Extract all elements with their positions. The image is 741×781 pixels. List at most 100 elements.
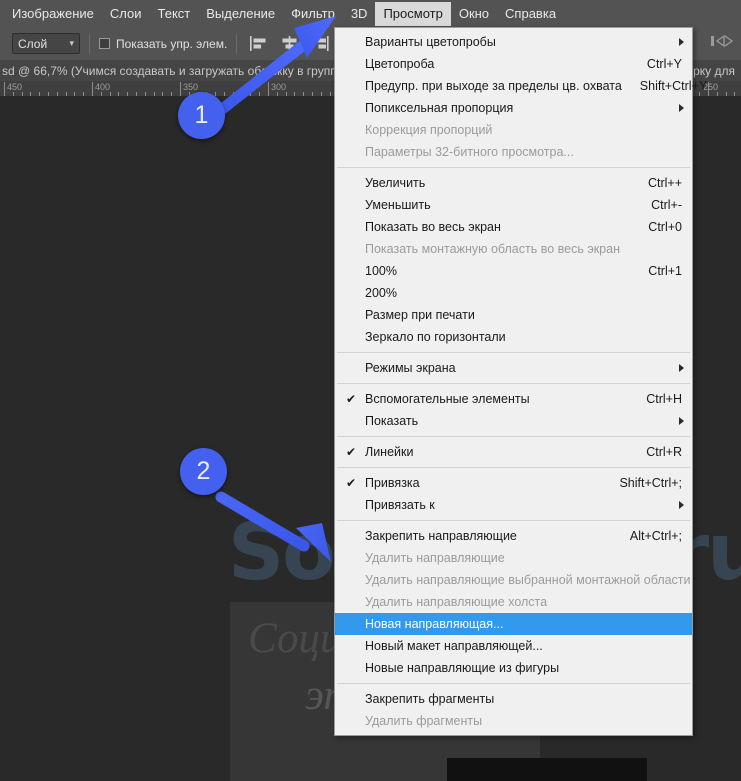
menubar-item-5[interactable]: 3D	[343, 2, 376, 26]
menubar-item-1[interactable]: Слои	[102, 2, 150, 26]
align-horizontal-centers-icon[interactable]	[281, 36, 298, 51]
menu-item-label: Новая направляющая...	[365, 617, 504, 631]
artboard-dark-block	[447, 758, 647, 781]
menu-item-1[interactable]: Цветопроба Ctrl+Y	[335, 53, 692, 75]
menubar-item-label: 3D	[350, 5, 368, 21]
check-icon: ✔	[346, 445, 357, 459]
menu-item-shortcut: Ctrl+-	[651, 198, 682, 212]
menu-item-18[interactable]: ✔ Вспомогательные элементы Ctrl+H	[335, 388, 692, 410]
menu-item-3[interactable]: Попиксельная пропорция	[335, 97, 692, 119]
menu-separator	[337, 352, 690, 353]
menu-item-shortcut: Ctrl+R	[646, 445, 682, 459]
align-right-edges-icon[interactable]	[312, 36, 329, 51]
menu-item-23[interactable]: ✔ Привязка Shift+Ctrl+;	[335, 472, 692, 494]
menubar-item-8[interactable]: Справка	[497, 2, 564, 26]
menu-item-31[interactable]: Новый макет направляющей...	[335, 635, 692, 657]
ruler-tick	[74, 92, 75, 96]
menubar-item-3[interactable]: Выделение	[198, 2, 283, 26]
menu-item-shortcut: Ctrl+0	[648, 220, 682, 234]
menu-item-label: Варианты цветопробы	[365, 35, 496, 49]
check-icon: ✔	[346, 476, 357, 490]
ruler-tick	[180, 82, 181, 96]
photoshop-window: SocialFAQ.ru Социальные сети это просто!…	[0, 0, 741, 781]
menubar-item-2[interactable]: Текст	[150, 2, 199, 26]
menu-bar: Изображение Слои Текст Выделение Фильтр 3D Про…	[0, 0, 741, 27]
menubar-item-4[interactable]: Фильтр	[283, 2, 343, 26]
menu-item-shortcut: Ctrl++	[647, 176, 682, 190]
ruler-label: 300	[271, 82, 287, 92]
menu-item-32[interactable]: Новые направляющие из фигуры	[335, 657, 692, 679]
menu-item-21[interactable]: ✔ Линейки Ctrl+R	[335, 441, 692, 463]
menu-item-label: 100%	[365, 264, 397, 278]
ruler-tick	[294, 92, 295, 96]
menu-item-12[interactable]: 200%	[335, 282, 692, 304]
menu-item-29: Удалить направляющие холста	[335, 591, 692, 613]
ruler-tick	[330, 92, 331, 96]
menu-item-14[interactable]: Зеркало по горизонтали	[335, 326, 692, 348]
menu-item-label: Новые направляющие из фигуры	[365, 661, 560, 675]
menu-item-label: Параметры 32-битного просмотра...	[365, 145, 574, 159]
ruler-tick	[154, 92, 155, 96]
menu-item-label: Удалить фрагменты	[365, 714, 483, 728]
menu-item-26[interactable]: Закрепить направляющие Alt+Ctrl+;	[335, 525, 692, 547]
menu-item-11[interactable]: 100% Ctrl+1	[335, 260, 692, 282]
callout-badge-2: 2	[180, 448, 227, 495]
menu-item-35: Удалить фрагменты	[335, 710, 692, 732]
menu-item-label: Удалить направляющие выбранной монтажной…	[365, 573, 691, 587]
menu-separator	[337, 383, 690, 384]
menubar-item-7[interactable]: Окно	[451, 2, 497, 26]
menubar-item-0[interactable]: Изображение	[4, 2, 102, 26]
ruler-tick	[224, 92, 225, 96]
ruler-tick	[242, 92, 243, 96]
ruler-label: 400	[95, 82, 111, 92]
menu-item-16[interactable]: Режимы экрана	[335, 357, 692, 379]
show-controls-checkbox[interactable]: Показать упр. элем.	[99, 37, 227, 51]
callout-badge-1: 1	[178, 92, 225, 139]
ruler-tick	[57, 92, 58, 96]
transform-controls-icon[interactable]	[709, 33, 735, 54]
divider	[89, 33, 90, 54]
ruler-tick	[136, 92, 137, 96]
divider	[236, 33, 238, 54]
menu-item-34[interactable]: Закрепить фрагменты	[335, 688, 692, 710]
menu-item-24[interactable]: Привязать к	[335, 494, 692, 516]
layer-select[interactable]: Слой ▾	[12, 33, 80, 54]
align-left-edges-icon[interactable]	[250, 36, 267, 51]
menubar-item-label: Слои	[109, 5, 142, 21]
menu-item-label: Удалить направляющие холста	[365, 595, 548, 609]
menu-item-7[interactable]: Увеличить Ctrl++	[335, 172, 692, 194]
ruler-tick	[4, 82, 5, 96]
document-title: sd @ 66,7% (Учимся создавать и загружать…	[2, 63, 345, 78]
menu-item-label: Привязка	[365, 476, 420, 490]
ruler-tick	[726, 92, 727, 96]
menu-separator	[337, 467, 690, 468]
ruler-tick	[286, 92, 287, 96]
menubar-item-label: Окно	[458, 5, 490, 21]
menu-item-label: Закрепить направляющие	[365, 529, 517, 543]
menu-item-19[interactable]: Показать	[335, 410, 692, 432]
menu-item-label: Линейки	[365, 445, 414, 459]
menu-item-label: Уменьшить	[365, 198, 431, 212]
ruler-tick	[250, 92, 251, 96]
menu-item-9[interactable]: Показать во весь экран Ctrl+0	[335, 216, 692, 238]
view-dropdown-menu: Варианты цветопробы Цветопроба Ctrl+Y Преду…	[334, 27, 707, 736]
menubar-item-6[interactable]: Просмотр	[375, 1, 451, 26]
ruler-label: 450	[7, 82, 23, 92]
checkbox-icon[interactable]	[99, 38, 110, 49]
menu-item-30[interactable]: Новая направляющая...	[335, 613, 692, 635]
menu-item-label: Показать	[365, 414, 419, 428]
menu-item-label: Режимы экрана	[365, 361, 456, 375]
menu-item-0[interactable]: Варианты цветопробы	[335, 31, 692, 53]
menu-item-13[interactable]: Размер при печати	[335, 304, 692, 326]
callout-badge-2-number: 2	[196, 457, 211, 485]
menu-item-27: Удалить направляющие	[335, 547, 692, 569]
menu-item-2[interactable]: Предупр. при выходе за пределы цв. охват…	[335, 75, 707, 97]
menu-item-4: Коррекция пропорций	[335, 119, 692, 141]
menu-item-label: Зеркало по горизонтали	[365, 330, 506, 344]
menu-item-shortcut: Ctrl+1	[648, 264, 682, 278]
ruler-tick	[39, 92, 40, 96]
menu-item-8[interactable]: Уменьшить Ctrl+-	[335, 194, 692, 216]
menu-item-label: Коррекция пропорций	[365, 123, 493, 137]
ruler-tick	[268, 82, 269, 96]
ruler-tick	[312, 92, 313, 96]
